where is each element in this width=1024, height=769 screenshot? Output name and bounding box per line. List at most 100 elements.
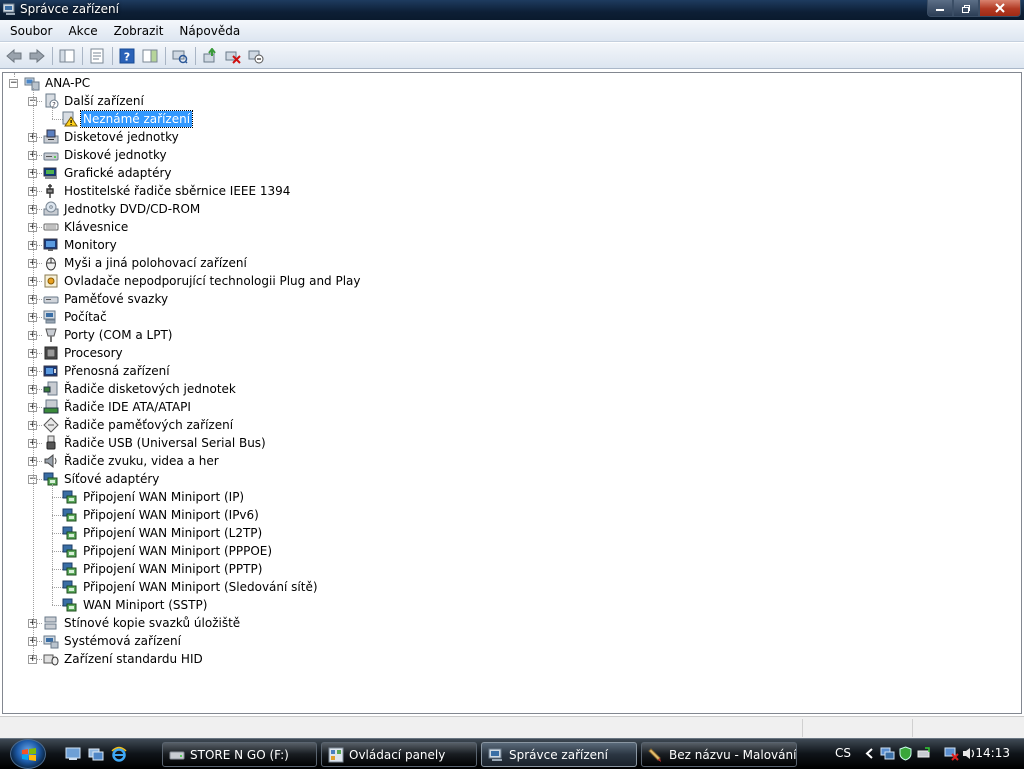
- tree-node-pripojeni-wan-miniport-ip[interactable]: Připojení WAN Miniport (IP): [62, 488, 246, 506]
- tree-node-mysi-a-jina-polohovaci-zarizeni[interactable]: Myši a jiná polohovací zařízení: [43, 254, 249, 272]
- restore-icon: [962, 4, 970, 13]
- tree-node-ovladace-nepodporujici-technologii-plug-and-play[interactable]: Ovladače nepodporující technologii Plug …: [43, 272, 363, 290]
- tree-node-radice-disketovych-jednotek[interactable]: Řadiče disketových jednotek: [43, 380, 238, 398]
- uninstall-button[interactable]: [222, 45, 244, 67]
- tree-node-stinove-kopie-svazku-uloziste[interactable]: Stínové kopie svazků úložiště: [43, 614, 242, 632]
- tree-node-klavesnice[interactable]: Klávesnice: [43, 218, 130, 236]
- monitor-icon: [43, 238, 58, 251]
- tree-node-procesory[interactable]: Procesory: [43, 344, 125, 362]
- tree-node-jednotky-dvd-cd-rom[interactable]: Jednotky DVD/CD-ROM: [43, 200, 202, 218]
- menu-view[interactable]: Zobrazit: [108, 21, 170, 41]
- network-adapter-icon: [62, 508, 77, 522]
- toolbar-separator: [112, 46, 113, 65]
- tree-node-pripojeni-wan-miniport-ipv6[interactable]: Připojení WAN Miniport (IPv6): [62, 506, 261, 524]
- up-level-button[interactable]: [56, 45, 78, 67]
- tree-node-nezname-zarizeni[interactable]: Neznámé zařízení: [62, 110, 194, 128]
- show-desktop-icon[interactable]: [65, 746, 81, 762]
- restore-button[interactable]: [953, 0, 979, 17]
- floppy-controller-icon: [43, 381, 58, 396]
- portable-device-icon: [43, 365, 58, 377]
- network-tray-icon[interactable]: [880, 746, 895, 761]
- tree-node-pocitac[interactable]: Počítač: [43, 308, 109, 326]
- tree-node-diskove-jednotky[interactable]: Diskové jednotky: [43, 146, 169, 164]
- update-driver-button[interactable]: [199, 45, 221, 67]
- storage-volume-icon: [43, 296, 59, 304]
- tree-node-graficke-adaptery[interactable]: Grafické adaptéry: [43, 164, 174, 182]
- expander-root[interactable]: −: [9, 79, 18, 88]
- system-device-icon: [43, 635, 59, 649]
- tree-node-label: Připojení WAN Miniport (PPPOE): [83, 544, 273, 558]
- menu-help[interactable]: Nápověda: [173, 21, 246, 41]
- forward-button[interactable]: [26, 45, 48, 67]
- window-title: Správce zařízení: [20, 2, 119, 16]
- tree-node-label: Hostitelské řadiče sběrnice IEEE 1394: [64, 184, 291, 198]
- tree-node-porty-com-a-lpt[interactable]: Porty (COM a LPT): [43, 326, 174, 344]
- menu-action[interactable]: Akce: [62, 21, 103, 41]
- taskbar-button-paint[interactable]: Bez názvu - Malování: [641, 742, 797, 767]
- tree-node-label: Řadiče USB (Universal Serial Bus): [64, 436, 266, 450]
- tree-node-label: Myši a jiná polohovací zařízení: [64, 256, 247, 270]
- start-button[interactable]: [10, 739, 46, 769]
- disable-button[interactable]: [245, 45, 267, 67]
- scan-hardware-button[interactable]: [169, 45, 191, 67]
- tree-node-sitove-adaptery[interactable]: Síťové adaptéry: [43, 470, 161, 488]
- tree-root-ana-pc[interactable]: ANA-PC: [24, 74, 92, 92]
- back-button[interactable]: [3, 45, 25, 67]
- tree-node-pripojeni-wan-miniport-sledovani-site[interactable]: Připojení WAN Miniport (Sledování sítě): [62, 578, 320, 596]
- switch-windows-icon[interactable]: [88, 746, 104, 762]
- tree-node-systemova-zarizeni[interactable]: Systémová zařízení: [43, 632, 183, 650]
- network-adapter-icon: [62, 526, 77, 540]
- tree-node-pametove-svazky[interactable]: Paměťové svazky: [43, 290, 170, 308]
- tree-node-label: Připojení WAN Miniport (IP): [83, 490, 245, 504]
- taskbar-button-control-panel[interactable]: Ovládací panely: [321, 742, 477, 767]
- tree-node-label: Klávesnice: [64, 220, 129, 234]
- tree-node-radice-zvuku-videa-a-her[interactable]: Řadiče zvuku, videa a her: [43, 452, 221, 470]
- menu-file[interactable]: Soubor: [4, 21, 58, 41]
- panel-icon: [142, 49, 158, 62]
- properties-button[interactable]: [86, 45, 108, 67]
- tree-node-zarizeni-standardu-hid[interactable]: Zařízení standardu HID: [43, 650, 205, 668]
- ide-controller-icon: [43, 399, 59, 414]
- tree-node-pripojeni-wan-miniport-pppoe[interactable]: Připojení WAN Miniport (PPPOE): [62, 542, 274, 560]
- network-adapter-icon: [62, 562, 77, 576]
- tree-node-pripojeni-wan-miniport-pptp[interactable]: Připojení WAN Miniport (PPTP): [62, 560, 264, 578]
- network-disconnected-icon[interactable]: [944, 746, 959, 761]
- floppy-drive-icon: [43, 129, 59, 144]
- language-indicator[interactable]: CS: [835, 746, 851, 760]
- tree-node-label: Připojení WAN Miniport (L2TP): [83, 526, 263, 540]
- back-arrow-icon: [6, 48, 22, 63]
- tree-node-label: Přenosná zařízení: [64, 364, 170, 378]
- show-hide-console-button[interactable]: [139, 45, 161, 67]
- tree-node-prenosna-zarizeni[interactable]: Přenosná zařízení: [43, 362, 172, 380]
- minimize-button[interactable]: [927, 0, 953, 17]
- tree-node-pripojeni-wan-miniport-l2tp[interactable]: Připojení WAN Miniport (L2TP): [62, 524, 264, 542]
- tree-node-label: Paměťové svazky: [64, 292, 169, 306]
- internet-explorer-icon[interactable]: [111, 746, 127, 762]
- tree-node-dalsi-zarizeni[interactable]: ? Další zařízení: [43, 92, 146, 110]
- tree-line: [52, 484, 53, 605]
- clock[interactable]: 14:13: [975, 746, 1010, 760]
- tree-node-wan-miniport-sstp[interactable]: WAN Miniport (SSTP): [62, 596, 209, 614]
- tree-node-radice-usb-universal-serial-bus[interactable]: Řadiče USB (Universal Serial Bus): [43, 434, 268, 452]
- taskbar-button-device-manager[interactable]: Správce zařízení: [481, 742, 637, 767]
- help-button[interactable]: ?: [116, 45, 138, 67]
- device-tree[interactable]: − ANA-PC −? Další zařízení Neznámé zařízení +…: [2, 72, 1022, 714]
- chevron-left-icon[interactable]: [862, 746, 877, 761]
- tree-node-hostitelske-radice-sbernice-ieee-1394[interactable]: Hostitelské řadiče sběrnice IEEE 1394: [43, 182, 292, 200]
- tree-node-radice-ide-ata-atapi[interactable]: Řadiče IDE ATA/ATAPI: [43, 398, 193, 416]
- console-tree-icon: [59, 49, 75, 62]
- status-panel: [802, 719, 912, 737]
- security-shield-icon[interactable]: [898, 746, 913, 761]
- taskbar-button-store-n-go[interactable]: STORE N GO (F:): [162, 742, 317, 767]
- tree-node-disketove-jednotky[interactable]: Disketové jednotky: [43, 128, 181, 146]
- close-button[interactable]: [979, 0, 1021, 17]
- tree-node-label: Zařízení standardu HID: [64, 652, 203, 666]
- tree-node-monitory[interactable]: Monitory: [43, 236, 119, 254]
- storage-controller-icon: [43, 417, 59, 433]
- tree-node-radice-pametovych-zarizeni[interactable]: Řadiče paměťových zařízení: [43, 416, 235, 434]
- toolbar-separator: [195, 46, 196, 65]
- warning-icon: [62, 111, 78, 127]
- safely-remove-hardware-icon[interactable]: [916, 746, 931, 761]
- title-bar[interactable]: Správce zařízení: [0, 0, 1024, 20]
- tree-node-label: Neznámé zařízení: [79, 110, 194, 128]
